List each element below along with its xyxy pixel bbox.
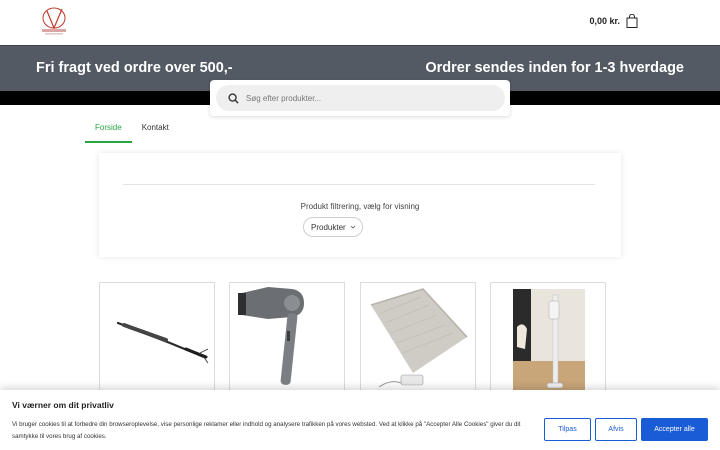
cart-total: 0,00 kr. — [589, 16, 620, 26]
cookie-title: Vi værner om dit privatliv — [12, 400, 114, 410]
reject-button[interactable]: Afvis — [595, 418, 637, 441]
divider — [123, 184, 595, 185]
product-card[interactable] — [360, 282, 476, 402]
curling-iron-image — [116, 321, 209, 364]
site-logo[interactable] — [38, 6, 70, 38]
chevron-down-icon — [350, 225, 356, 229]
heated-blanket-image — [370, 288, 468, 388]
site-header: 0,00 kr. — [0, 0, 720, 45]
page: 0,00 kr. Fri fragt ved ordre over 500,- … — [0, 0, 720, 450]
cookie-description: Vi bruger cookies til at forbedre din br… — [12, 421, 521, 440]
product-card[interactable] — [490, 282, 606, 402]
search-container — [210, 80, 510, 116]
tab-forside[interactable]: Forside — [85, 118, 132, 143]
tab-kontakt[interactable]: Kontakt — [132, 118, 179, 143]
accept-all-button[interactable]: Accepter alle — [641, 418, 708, 441]
search-box[interactable] — [216, 85, 505, 111]
cookie-consent-banner: Vi værner om dit privatliv Vi bruger coo… — [0, 390, 720, 450]
product-filter-select[interactable]: Produkter — [303, 217, 363, 237]
hair-dryer-image — [238, 287, 304, 385]
search-icon — [228, 92, 239, 104]
product-card[interactable] — [99, 282, 215, 402]
delivery-time-text: Ordrer sendes inden for 1-3 hverdage — [425, 60, 684, 76]
customize-button[interactable]: Tilpas — [544, 418, 591, 441]
stick-vacuum-image — [513, 289, 585, 397]
free-shipping-text: Fri fragt ved ordre over 500,- — [36, 60, 233, 76]
shopping-bag-icon — [626, 14, 638, 28]
product-filter-card: Produkt filtrering, vælg for visning Pro… — [99, 153, 621, 257]
cart-link[interactable]: 0,00 kr. — [589, 14, 638, 28]
search-input[interactable] — [246, 93, 486, 103]
product-card[interactable] — [229, 282, 345, 402]
filter-label: Produkt filtrering, vælg for visning — [300, 202, 420, 211]
main-nav: Forside Kontakt — [85, 118, 179, 143]
filter-selected-value: Produkter — [311, 222, 346, 232]
